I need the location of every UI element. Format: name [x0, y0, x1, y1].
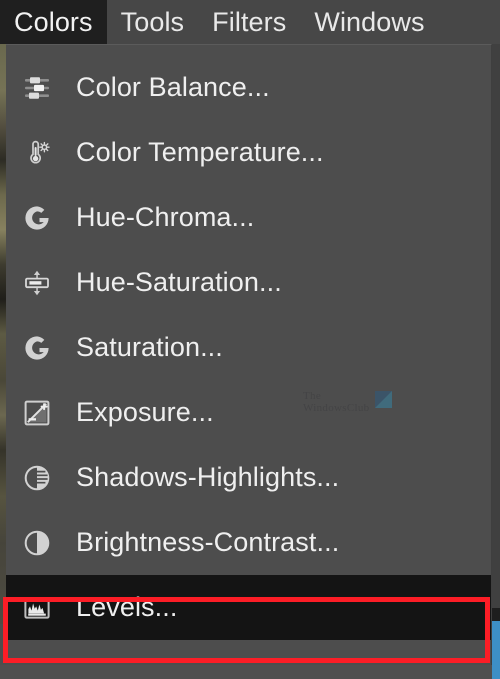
menubar-item-tools[interactable]: Tools — [107, 0, 199, 44]
menu-item-exposure-label: Exposure... — [76, 397, 214, 427]
right-panel-gutter — [492, 44, 500, 622]
menubar-item-windows[interactable]: Windows — [300, 0, 438, 44]
exposure-icon — [20, 396, 54, 430]
shadows-highlights-icon — [20, 461, 54, 495]
menubar-item-tools-label: Tools — [120, 6, 185, 37]
menu-item-hue-chroma[interactable]: Hue-Chroma... — [6, 185, 491, 250]
brightness-contrast-icon — [20, 526, 54, 560]
menu-item-saturation[interactable]: Saturation... — [6, 315, 491, 380]
menu-item-hue-saturation-label: Hue-Saturation... — [76, 267, 282, 297]
menubar-item-colors-label: Colors — [14, 6, 93, 37]
menubar-item-windows-label: Windows — [314, 6, 425, 37]
menu-bar: Colors Tools Filters Windows — [0, 0, 500, 44]
menu-item-color-balance-label: Color Balance... — [76, 72, 270, 102]
gimp-g-circle-icon — [20, 331, 54, 365]
menu-item-color-balance[interactable]: Color Balance... — [6, 55, 491, 120]
menubar-item-colors[interactable]: Colors — [0, 0, 107, 44]
menu-item-saturation-label: Saturation... — [76, 332, 223, 362]
menubar-item-filters-label: Filters — [212, 6, 287, 37]
menubar-item-filters[interactable]: Filters — [198, 0, 300, 44]
colors-menu-list: Color Balance... Color Temperature... Hu… — [6, 45, 491, 640]
gimp-window: Colors Tools Filters Windows Color Balan… — [0, 0, 500, 679]
menu-item-exposure[interactable]: Exposure... — [6, 380, 491, 445]
menu-item-shadows-highlights-label: Shadows-Highlights... — [76, 462, 340, 492]
levels-histogram-icon — [20, 591, 54, 625]
hue-saturation-slider-icon — [20, 266, 54, 300]
menu-item-levels-label: Levels... — [76, 592, 178, 622]
color-balance-sliders-icon — [20, 71, 54, 105]
bottom-strip — [0, 665, 492, 679]
menu-item-brightness-contrast[interactable]: Brightness-Contrast... — [6, 510, 491, 575]
menu-item-brightness-contrast-label: Brightness-Contrast... — [76, 527, 340, 557]
menu-item-color-temperature[interactable]: Color Temperature... — [6, 120, 491, 185]
gimp-g-circle-icon — [20, 201, 54, 235]
right-panel-divider — [492, 608, 500, 622]
menu-item-levels[interactable]: Levels... — [6, 575, 491, 640]
colors-menu-dropdown: Color Balance... Color Temperature... Hu… — [6, 44, 492, 665]
right-panel-accent-strip — [492, 621, 500, 679]
thermometer-sun-icon — [20, 136, 54, 170]
menu-item-hue-chroma-label: Hue-Chroma... — [76, 202, 255, 232]
menu-item-shadows-highlights[interactable]: Shadows-Highlights... — [6, 445, 491, 510]
menu-item-hue-saturation[interactable]: Hue-Saturation... — [6, 250, 491, 315]
menu-item-color-temperature-label: Color Temperature... — [76, 137, 324, 167]
